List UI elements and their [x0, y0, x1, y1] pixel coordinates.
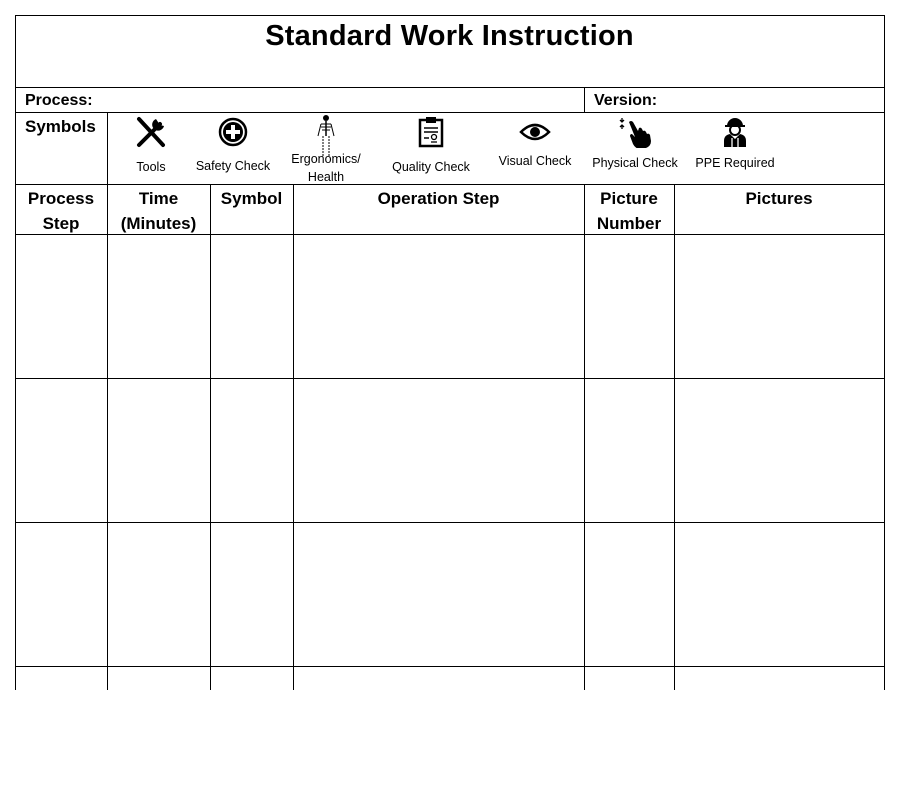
cell-picture-number[interactable] [585, 667, 674, 810]
cell-time[interactable] [108, 379, 210, 522]
column-header-time: Time (Minutes) [107, 186, 210, 236]
header-line: Pictures [745, 189, 813, 208]
cell-process-step[interactable] [16, 235, 107, 378]
cell-picture-number[interactable] [585, 523, 674, 666]
symbol-label: Visual Check [498, 154, 572, 168]
cell-picture-number[interactable] [585, 379, 674, 522]
symbol-label: Physical Check [592, 156, 678, 170]
divider [15, 112, 885, 113]
column-header-pictures: Pictures [674, 186, 884, 211]
symbol-label: Safety Check [195, 159, 271, 173]
symbol-label: Quality Check [392, 160, 470, 174]
cell-process-step[interactable] [16, 523, 107, 666]
tools-icon [137, 117, 165, 147]
process-label: Process: [25, 92, 93, 109]
symbol-tools: Tools [120, 116, 182, 176]
column-header-symbol: Symbol [210, 186, 293, 211]
header-line: Step [42, 214, 80, 233]
header-line: (Minutes) [120, 214, 197, 233]
column-header-picture-number: Picture Number [584, 186, 674, 236]
symbol-ppe-required: PPE Required [690, 116, 780, 172]
hand-touch-icon [619, 118, 651, 148]
symbol-physical-check: Physical Check [587, 116, 683, 172]
cell-pictures[interactable] [675, 379, 884, 522]
version-label: Version: [594, 92, 658, 109]
cell-operation-step[interactable] [294, 523, 584, 666]
header-line: Operation Step [377, 189, 500, 208]
header-line: Number [596, 214, 662, 233]
cell-process-step[interactable] [16, 667, 107, 810]
header-line: Time [138, 189, 179, 208]
symbol-quality-check: Quality Check [385, 116, 477, 176]
cell-process-step[interactable] [16, 379, 107, 522]
divider [15, 184, 885, 185]
border-right [884, 15, 885, 690]
symbols-label: Symbols [25, 117, 96, 136]
cell-symbol[interactable] [211, 379, 293, 522]
column-header-process-step: Process Step [15, 186, 107, 236]
cell-operation-step[interactable] [294, 379, 584, 522]
cell-time[interactable] [108, 523, 210, 666]
cell-time[interactable] [108, 667, 210, 810]
header-line: Symbol [220, 189, 283, 208]
symbol-label: Tools [136, 160, 166, 174]
worker-helmet-icon [724, 118, 746, 147]
quality-check-clipboard-icon [418, 117, 444, 148]
version-field[interactable] [670, 88, 880, 112]
cell-pictures[interactable] [675, 667, 884, 810]
page-title: Standard Work Instruction [265, 20, 634, 52]
divider [584, 87, 585, 112]
cell-operation-step[interactable] [294, 235, 584, 378]
eye-icon [519, 123, 551, 141]
cell-pictures[interactable] [675, 235, 884, 378]
cell-time[interactable] [108, 235, 210, 378]
cell-symbol[interactable] [211, 667, 293, 810]
column-header-operation-step: Operation Step [293, 186, 584, 211]
divider [107, 112, 108, 184]
cell-picture-number[interactable] [585, 235, 674, 378]
safety-check-icon [218, 117, 248, 147]
cell-symbol[interactable] [211, 523, 293, 666]
symbol-label: PPE Required [695, 156, 775, 170]
symbol-visual-check: Visual Check [492, 120, 578, 170]
cell-operation-step[interactable] [294, 667, 584, 810]
cell-symbol[interactable] [211, 235, 293, 378]
header-line: Picture [600, 189, 658, 208]
symbol-safety-check: Safety Check [190, 116, 276, 175]
symbol-label: Ergonomics/ Health [291, 152, 361, 184]
process-field[interactable] [100, 88, 580, 112]
cell-pictures[interactable] [675, 523, 884, 666]
symbol-ergonomics: Ergonomics/ Health [283, 114, 369, 186]
header-line: Process [27, 189, 95, 208]
border-top [15, 15, 885, 16]
